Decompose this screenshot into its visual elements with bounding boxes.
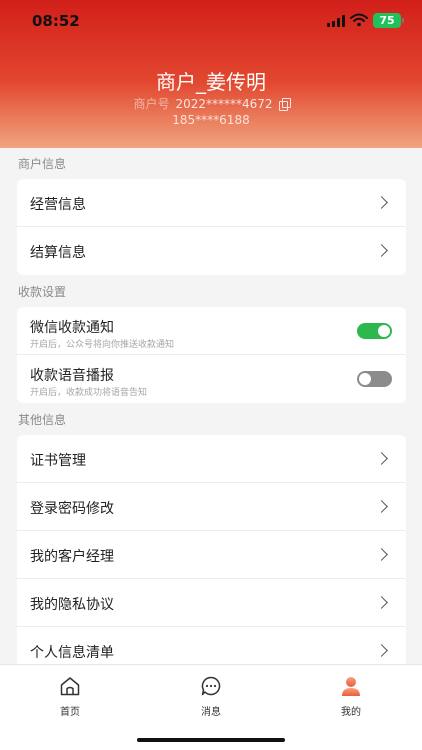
setting-wechat-notification: 微信收款通知 开启后，公众号将向你推送收款通知 [17,307,406,355]
menu-item-label: 经营信息 [30,197,86,213]
section-title-other-info: 其他信息 [18,413,67,427]
profile-icon [342,677,360,696]
menu-item-account-manager[interactable]: 我的客户经理 [17,531,406,579]
payment-settings-card: 微信收款通知 开启后，公众号将向你推送收款通知 收款语音播报 开启后，收款成功将… [17,307,406,403]
menu-item-business-info[interactable]: 经营信息 [17,179,406,227]
setting-label: 微信收款通知 [30,320,114,336]
menu-item-label: 我的客户经理 [30,549,114,565]
chevron-right-icon [375,500,388,513]
battery-icon: 75 [373,13,404,28]
merchant-info-card: 经营信息 结算信息 [17,179,406,275]
voice-broadcast-toggle[interactable] [357,371,392,387]
tab-label: 我的 [341,707,361,718]
message-icon [201,676,221,696]
menu-item-label: 结算信息 [30,245,86,261]
menu-item-label: 个人信息清单 [30,645,114,661]
chevron-right-icon [375,644,388,657]
toggle-knob [378,325,390,337]
tab-label: 消息 [201,707,221,718]
setting-voice-broadcast: 收款语音播报 开启后，收款成功将语音告知 [17,355,406,403]
menu-item-label: 证书管理 [30,453,86,469]
copy-icon[interactable] [278,98,291,111]
home-icon [60,677,80,696]
merchant-number-label: 商户号 [133,97,170,111]
menu-item-certificate-management[interactable]: 证书管理 [17,435,406,483]
section-title-payment-settings: 收款设置 [18,285,67,299]
chevron-right-icon [375,196,388,209]
section-title-merchant-info: 商户信息 [18,157,67,171]
merchant-number-value: 2022******4672 [175,97,273,111]
menu-item-label: 我的隐私协议 [30,597,114,613]
setting-label: 收款语音播报 [30,368,114,384]
status-time: 08:52 [32,12,80,30]
tab-label: 首页 [60,707,80,718]
setting-description: 开启后，收款成功将语音告知 [30,388,148,398]
merchant-phone: 185****6188 [172,113,250,127]
chevron-right-icon [375,452,388,465]
tab-mine[interactable]: 我的 [311,675,391,718]
wifi-icon [350,13,368,27]
menu-item-label: 登录密码修改 [30,501,114,517]
toggle-knob [359,373,371,385]
home-indicator [137,738,285,742]
merchant-number: 商户号 2022******4672 [0,95,422,112]
setting-description: 开启后，公众号将向你推送收款通知 [30,340,175,350]
merchant-name: 商户_姜传明 [156,70,266,94]
menu-item-change-password[interactable]: 登录密码修改 [17,483,406,531]
cellular-signal-icon [327,15,345,27]
menu-item-settlement-info[interactable]: 结算信息 [17,227,406,275]
chevron-right-icon [375,548,388,561]
other-info-card: 证书管理 登录密码修改 我的客户经理 我的隐私协议 个人信息清单 [17,435,406,675]
status-bar: 08:52 75 [0,0,422,42]
tab-messages[interactable]: 消息 [171,675,251,718]
menu-item-privacy-agreement[interactable]: 我的隐私协议 [17,579,406,627]
chevron-right-icon [375,244,388,257]
chevron-right-icon [375,596,388,609]
tab-home[interactable]: 首页 [30,675,110,718]
wechat-notification-toggle[interactable] [357,323,392,339]
